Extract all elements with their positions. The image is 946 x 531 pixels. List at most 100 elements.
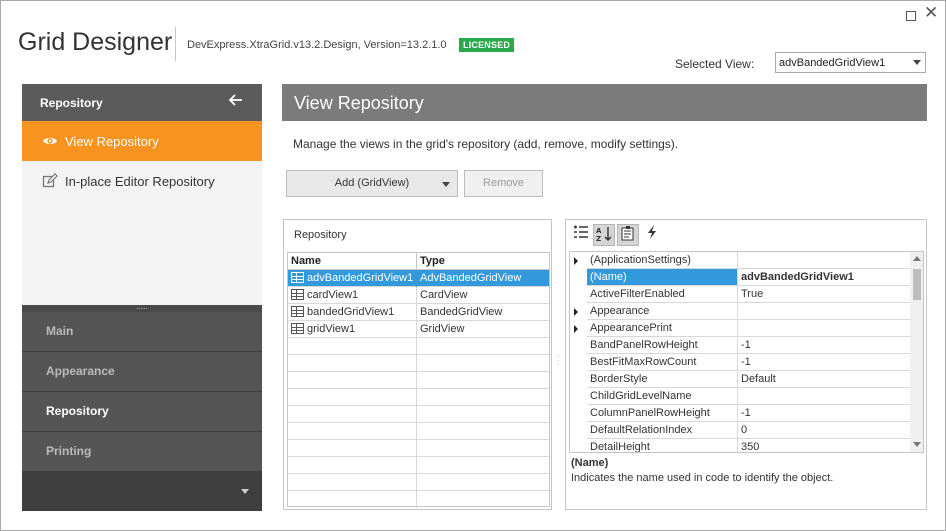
table-row[interactable]: advBandedGridView1 AdvBandedGridView xyxy=(288,270,549,287)
expand-arrow-icon[interactable] xyxy=(574,257,578,265)
sort-alphabetical-icon[interactable]: AZ xyxy=(593,224,615,246)
property-name: DefaultRelationIndex xyxy=(587,422,738,439)
categorized-icon[interactable] xyxy=(570,224,592,246)
property-value[interactable]: -1 xyxy=(738,354,910,371)
cell-name-text: advBandedGridView1 xyxy=(307,272,414,284)
restore-icon[interactable] xyxy=(906,11,916,21)
table-row[interactable]: bandedGridView1 BandedGridView xyxy=(288,304,549,321)
cell-name-text: gridView1 xyxy=(307,323,356,335)
property-value[interactable]: 0 xyxy=(738,422,910,439)
panel-splitter[interactable]: ... xyxy=(557,351,561,367)
property-value[interactable] xyxy=(738,303,910,320)
expand-arrow-icon[interactable] xyxy=(574,308,578,316)
property-value[interactable] xyxy=(738,252,910,269)
property-row[interactable]: DefaultRelationIndex 0 xyxy=(570,422,910,439)
arrow-left-icon[interactable] xyxy=(228,92,244,113)
property-value[interactable] xyxy=(738,388,910,405)
events-icon[interactable] xyxy=(641,224,663,246)
grid-designer-window: Grid Designer DevExpress.XtraGrid.v13.2.… xyxy=(0,0,946,531)
selected-view-value: advBandedGridView1 xyxy=(779,57,886,69)
chevron-down-icon xyxy=(913,60,921,65)
grid-view-icon xyxy=(291,306,304,317)
nav-group-label: Printing xyxy=(46,444,92,458)
column-header-name[interactable]: Name xyxy=(288,253,417,270)
grid-view-icon xyxy=(291,323,304,334)
card-view-icon xyxy=(291,289,304,300)
property-row[interactable]: (ApplicationSettings) xyxy=(570,252,910,269)
nav-item-label: View Repository xyxy=(65,134,159,149)
cell-name-text: cardView1 xyxy=(307,289,359,301)
property-name: (Name) xyxy=(587,269,738,286)
property-row[interactable]: BandPanelRowHeight -1 xyxy=(570,337,910,354)
property-row[interactable]: Appearance xyxy=(570,303,910,320)
repository-panel: Repository Name Type advBandedGridView1 … xyxy=(283,219,552,510)
app-title: Grid Designer xyxy=(18,28,173,56)
property-row[interactable]: BorderStyle Default xyxy=(570,371,910,388)
nav-header: Repository xyxy=(22,84,262,121)
nav-header-label: Repository xyxy=(40,96,103,110)
nav-item-view-repository[interactable]: View Repository xyxy=(22,121,262,161)
property-value[interactable]: 350 xyxy=(738,439,910,452)
table-row[interactable]: cardView1 CardView xyxy=(288,287,549,304)
chevron-down-icon xyxy=(241,489,249,494)
nav-item-label: In-place Editor Repository xyxy=(65,174,215,189)
property-row[interactable]: ChildGridLevelName xyxy=(570,388,910,405)
cell-type: GridView xyxy=(420,323,465,335)
property-row[interactable]: (Name) advBandedGridView1 xyxy=(570,269,910,286)
property-row[interactable]: ActiveFilterEnabled True xyxy=(570,286,910,303)
nav-group-main[interactable]: Main xyxy=(22,312,262,351)
page-banner: View Repository xyxy=(282,84,927,121)
cell-type: BandedGridView xyxy=(420,306,503,318)
property-grid: (ApplicationSettings) (Name) advBandedGri… xyxy=(569,251,924,453)
empty-row xyxy=(288,406,549,423)
svg-text:A: A xyxy=(596,227,602,235)
cell-name: bandedGridView1 xyxy=(288,304,417,321)
properties-icon[interactable] xyxy=(617,224,639,246)
page-description: Manage the views in the grid's repositor… xyxy=(293,137,679,151)
property-name: ChildGridLevelName xyxy=(587,388,738,405)
scroll-down-icon[interactable] xyxy=(913,442,921,447)
table-row[interactable]: gridView1 GridView xyxy=(288,321,549,338)
nav-item-inplace-editor-repository[interactable]: In-place Editor Repository xyxy=(22,161,262,201)
chevron-down-icon[interactable] xyxy=(442,182,450,187)
nav-group-list: Main Appearance Repository Printing xyxy=(22,312,262,511)
empty-row xyxy=(288,355,549,372)
column-header-type[interactable]: Type xyxy=(417,253,549,270)
cell-type: AdvBandedGridView xyxy=(420,272,522,284)
nav-overflow-button[interactable] xyxy=(22,472,262,511)
nav-group-repository[interactable]: Repository xyxy=(22,392,262,431)
property-value[interactable] xyxy=(738,320,910,337)
property-row[interactable]: DetailHeight 350 xyxy=(570,439,910,452)
property-name: ActiveFilterEnabled xyxy=(587,286,738,303)
empty-row xyxy=(288,491,549,508)
property-value[interactable]: True xyxy=(738,286,910,303)
expand-arrow-icon[interactable] xyxy=(574,325,578,333)
nav-group-appearance[interactable]: Appearance xyxy=(22,352,262,391)
property-name: Appearance xyxy=(587,303,738,320)
property-value[interactable]: advBandedGridView1 xyxy=(738,269,910,286)
property-row[interactable]: BestFitMaxRowCount -1 xyxy=(570,354,910,371)
add-view-label: Add (GridView) xyxy=(334,177,410,189)
selected-view-select[interactable]: advBandedGridView1 xyxy=(775,52,926,73)
add-view-button[interactable]: Add (GridView) xyxy=(286,170,458,197)
empty-row xyxy=(288,440,549,457)
remove-button[interactable]: Remove xyxy=(464,170,543,197)
property-name: ColumnPanelRowHeight xyxy=(587,405,738,422)
property-value[interactable]: Default xyxy=(738,371,910,388)
property-row[interactable]: AppearancePrint xyxy=(570,320,910,337)
property-value[interactable]: -1 xyxy=(738,337,910,354)
cell-name: advBandedGridView1 xyxy=(288,270,417,287)
property-scrollbar[interactable] xyxy=(910,252,923,452)
repository-title: Repository xyxy=(294,229,347,241)
scroll-up-icon[interactable] xyxy=(913,256,921,261)
nav-splitter[interactable]: ..... xyxy=(22,303,262,312)
repository-grid: Name Type advBandedGridView1 AdvBandedGr… xyxy=(287,252,550,508)
scroll-thumb[interactable] xyxy=(913,269,921,300)
property-name: BestFitMaxRowCount xyxy=(587,354,738,371)
property-value[interactable]: -1 xyxy=(738,405,910,422)
selected-view-label: Selected View: xyxy=(675,57,755,71)
property-description-title: (Name) xyxy=(571,457,609,469)
property-row[interactable]: ColumnPanelRowHeight -1 xyxy=(570,405,910,422)
close-icon[interactable]: ✕ xyxy=(924,4,938,21)
nav-group-printing[interactable]: Printing xyxy=(22,432,262,471)
